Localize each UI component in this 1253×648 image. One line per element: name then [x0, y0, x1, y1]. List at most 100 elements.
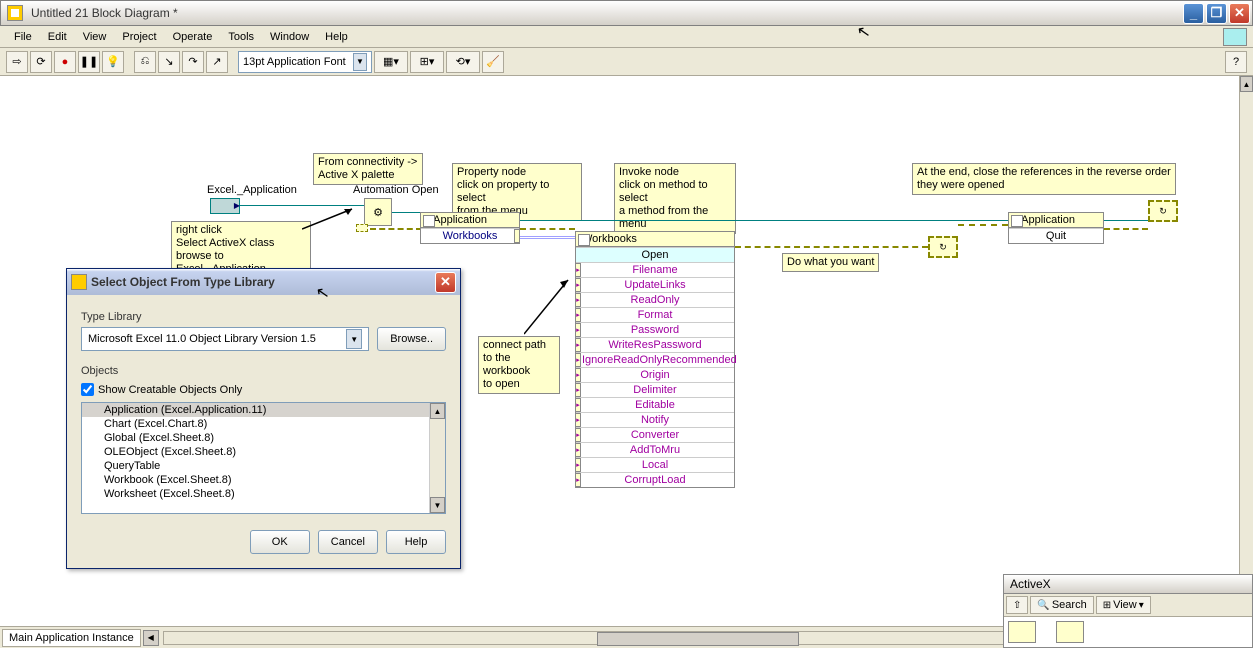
font-label: 13pt Application Font — [243, 56, 346, 68]
cancel-button[interactable]: Cancel — [318, 530, 378, 554]
arg-readonly[interactable]: ▸ReadOnly — [576, 292, 734, 307]
distribute-button[interactable]: ⊞▾ — [410, 51, 444, 73]
list-item[interactable]: Global (Excel.Sheet.8) — [82, 431, 445, 445]
wire-ref-to-open — [240, 205, 364, 206]
automation-open-label: Automation Open — [353, 184, 439, 196]
scroll-left-button[interactable]: ◀ — [143, 630, 159, 646]
note-connect: connect pathto the workbookto open — [478, 336, 560, 394]
objects-listbox[interactable]: Application (Excel.Application.11) Chart… — [81, 402, 446, 514]
arg-delimiter[interactable]: ▸Delimiter — [576, 382, 734, 397]
dialog-titlebar[interactable]: Select Object From Type Library ✕ — [67, 269, 460, 295]
wire-to-quit — [980, 220, 1008, 221]
excel-app-refnum[interactable] — [210, 198, 240, 214]
scroll-up-icon[interactable]: ▲ — [430, 403, 445, 419]
menu-view[interactable]: View — [75, 29, 115, 45]
step-into-button[interactable]: ↘ — [158, 51, 180, 73]
arg-origin[interactable]: ▸Origin — [576, 367, 734, 382]
error-wire-5 — [1104, 228, 1148, 230]
wire-workbooks — [520, 236, 575, 239]
menu-tools[interactable]: Tools — [220, 29, 262, 45]
close-button[interactable]: ✕ — [1229, 3, 1250, 24]
quit-header: _Application — [1009, 213, 1103, 228]
dialog-title: Select Object From Type Library — [91, 275, 435, 289]
arg-format[interactable]: ▸Format — [576, 307, 734, 322]
list-item[interactable]: OLEObject (Excel.Sheet.8) — [82, 445, 445, 459]
checkbox-input[interactable] — [81, 383, 94, 396]
scroll-down-icon[interactable]: ▼ — [430, 497, 445, 513]
listbox-scrollbar[interactable]: ▲ ▼ — [429, 403, 445, 513]
list-item[interactable]: Chart (Excel.Chart.8) — [82, 417, 445, 431]
list-item[interactable]: Worksheet (Excel.Sheet.8) — [82, 487, 445, 501]
arg-writerespassword[interactable]: ▸WriteResPassword — [576, 337, 734, 352]
font-selector[interactable]: 13pt Application Font ▼ — [238, 51, 372, 73]
highlight-button[interactable]: 💡 — [102, 51, 124, 73]
palette-view-button[interactable]: ⊞ View▾ — [1096, 596, 1151, 614]
arg-ignorereadonly[interactable]: ▸IgnoreReadOnlyRecommended — [576, 352, 734, 367]
show-creatable-checkbox[interactable]: Show Creatable Objects Only — [81, 383, 446, 396]
retain-wire-button[interactable]: ⎌ — [134, 51, 156, 73]
invoke-node-workbooks[interactable]: Workbooks Open ▸Filename ▸UpdateLinks ▸R… — [575, 231, 735, 488]
arg-corruptload[interactable]: ▸CorruptLoad — [576, 472, 734, 487]
wire-quit-to-close — [1104, 220, 1148, 221]
menu-help[interactable]: Help — [317, 29, 356, 45]
label-objects: Objects — [81, 365, 446, 377]
palette-title[interactable]: ActiveX — [1004, 575, 1252, 594]
help-button[interactable]: Help — [386, 530, 446, 554]
pause-button[interactable]: ❚❚ — [78, 51, 100, 73]
align-button[interactable]: ▦▾ — [374, 51, 408, 73]
vertical-scrollbar[interactable]: ▲ ▼ — [1239, 76, 1253, 624]
abort-button[interactable]: ● — [54, 51, 76, 73]
menu-file[interactable]: File — [6, 29, 40, 45]
run-button[interactable]: ⇨ — [6, 51, 28, 73]
browse-button[interactable]: Browse.. — [377, 327, 446, 351]
step-over-button[interactable]: ↷ — [182, 51, 204, 73]
palette-item-icon[interactable] — [1056, 621, 1084, 643]
arg-editable[interactable]: ▸Editable — [576, 397, 734, 412]
list-item[interactable]: Application (Excel.Application.11) — [82, 403, 445, 417]
quit-method[interactable]: Quit — [1009, 228, 1103, 243]
step-out-button[interactable]: ↗ — [206, 51, 228, 73]
arg-notify[interactable]: ▸Notify — [576, 412, 734, 427]
scroll-up-button[interactable]: ▲ — [1240, 76, 1253, 92]
arg-local[interactable]: ▸Local — [576, 457, 734, 472]
palette-item-icon[interactable] — [1008, 621, 1036, 643]
palette-up-button[interactable]: ⇧ — [1006, 596, 1028, 614]
automation-open-node[interactable]: ⚙ — [364, 198, 392, 226]
invoke-method[interactable]: Open — [576, 247, 734, 262]
invoke-node-quit[interactable]: _Application Quit — [1008, 212, 1104, 244]
menu-operate[interactable]: Operate — [165, 29, 221, 45]
chevron-down-icon[interactable]: ▼ — [346, 329, 362, 349]
dialog-close-button[interactable]: ✕ — [435, 272, 456, 293]
typelib-combo[interactable]: Microsoft Excel 11.0 Object Library Vers… — [81, 327, 369, 351]
menu-edit[interactable]: Edit — [40, 29, 75, 45]
close-ref-app[interactable]: ↻ — [1148, 200, 1178, 222]
menu-window[interactable]: Window — [262, 29, 317, 45]
run-continuously-button[interactable]: ⟳ — [30, 51, 52, 73]
menu-project[interactable]: Project — [114, 29, 164, 45]
dialog-icon — [71, 274, 87, 290]
arg-password[interactable]: ▸Password — [576, 322, 734, 337]
chevron-down-icon[interactable]: ▼ — [353, 53, 367, 71]
arg-addtomru[interactable]: ▸AddToMru — [576, 442, 734, 457]
arg-converter[interactable]: ▸Converter — [576, 427, 734, 442]
palette-body[interactable] — [1004, 617, 1252, 647]
arg-filename[interactable]: ▸Filename — [576, 262, 734, 277]
list-item[interactable]: QueryTable — [82, 459, 445, 473]
property-node-application[interactable]: _Application Workbooks — [420, 212, 520, 244]
help-button[interactable]: ? — [1225, 51, 1247, 73]
list-item[interactable]: Workbook (Excel.Sheet.8) — [82, 473, 445, 487]
minimize-button[interactable]: _ — [1183, 3, 1204, 24]
status-tab[interactable]: Main Application Instance — [2, 629, 141, 647]
close-ref-workbook[interactable]: ↻ — [928, 236, 958, 258]
maximize-button[interactable]: ❐ — [1206, 3, 1227, 24]
reorder-button[interactable]: ⟲▾ — [446, 51, 480, 73]
propnode-workbooks[interactable]: Workbooks — [421, 228, 519, 243]
window-title: Untitled 21 Block Diagram * — [27, 6, 1183, 20]
app-icon — [7, 5, 23, 21]
ok-button[interactable]: OK — [250, 530, 310, 554]
cleanup-button[interactable]: 🧹 — [482, 51, 504, 73]
invoke-header: Workbooks — [576, 232, 734, 247]
palette-search-button[interactable]: 🔍 Search — [1030, 596, 1093, 614]
arg-updatelinks[interactable]: ▸UpdateLinks — [576, 277, 734, 292]
toolbar: ⇨ ⟳ ● ❚❚ 💡 ⎌ ↘ ↷ ↗ 13pt Application Font… — [0, 48, 1253, 76]
